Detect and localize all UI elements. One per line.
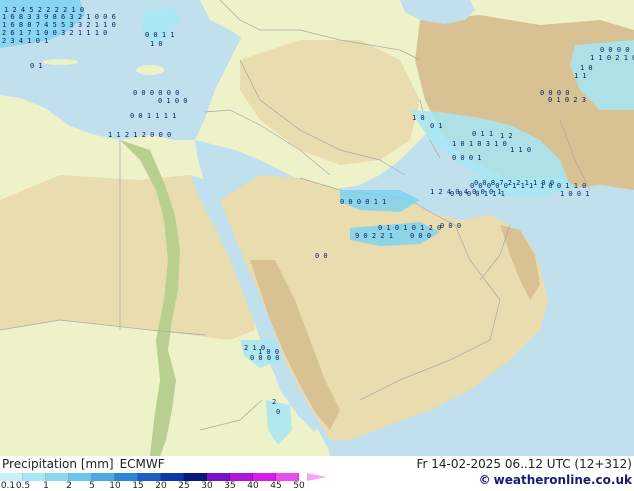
precip-value-label: 1 0: [150, 40, 163, 48]
precip-value-label: 1 1 0: [510, 146, 531, 154]
precip-value-label: 0 1 0 0: [158, 97, 188, 105]
legend-swatch: [230, 473, 253, 481]
precip-value-label: 0 0 1 1: [145, 31, 175, 39]
precip-value-label: 1 6 8 3 3 9 8 6 3 2 1 0 0 6: [2, 13, 116, 21]
product-label: Precipitation [mm]: [2, 457, 114, 471]
precip-value-label: 0 0 0 0 1 1: [340, 198, 386, 206]
legend-arrow: [307, 473, 327, 481]
precip-value-label: 2: [272, 398, 276, 406]
precip-value-label: 1 0: [580, 64, 593, 72]
precip-value-label: 1 0 0 1 1 0: [540, 182, 586, 190]
precip-value-label: 1 0 0: [258, 348, 279, 356]
legend-swatch: [0, 473, 23, 481]
map-canvas: 1 2 4 5 2 2 2 2 1 01 6 8 3 3 9 8 6 3 2 1…: [0, 0, 634, 456]
precip-value-label: 0 0 1 1 1 1: [130, 112, 176, 120]
precip-value-label: 0 1: [430, 122, 443, 130]
precip-value-label: 2 3 4 1 0 1: [2, 37, 48, 45]
precip-value-label: 0 0 0: [440, 222, 461, 230]
site-credit[interactable]: © weatheronline.co.uk: [479, 473, 632, 487]
crete: [42, 59, 78, 65]
legend-swatch: [115, 473, 138, 481]
model-label: ECMWF: [119, 457, 165, 471]
precip-value-label: 0 0 0 0 2: [600, 46, 634, 54]
precip-value-label: 1 1 2 1 2 0 0 0: [108, 131, 171, 139]
precip-value-label: 1 0: [412, 114, 425, 122]
product-title: Precipitation [mm] ECMWF: [2, 457, 165, 471]
precip-value-label: 0 1 1: [472, 130, 493, 138]
legend-swatch: [184, 473, 207, 481]
legend-swatch: [23, 473, 46, 481]
legend-swatch: [207, 473, 230, 481]
precip-value-label: 1 1 0 2 1 0: [590, 54, 634, 62]
legend-swatch: [69, 473, 92, 481]
credit-label: weatheronline.co.uk: [493, 473, 632, 487]
color-legend: 0.1 0.5 1 2 5 10 15 20 25 30 35 40 45 50: [0, 472, 330, 491]
legend-swatch: [92, 473, 115, 481]
precip-value-label: 0 0 0: [410, 232, 431, 240]
precip-value-label: 0 0 0 0 0 0: [133, 89, 179, 97]
precip-value-label: 0 0 0 1: [452, 154, 482, 162]
cyprus: [136, 65, 164, 75]
precip-value-label: 0 1: [30, 62, 43, 70]
legend-swatch: [276, 473, 299, 481]
precip-value-label: 2 6 1 7 1 0 0 3 2 1 1 1 0: [2, 29, 107, 37]
legend-swatch: [253, 473, 276, 481]
precip-value-label: 1 1: [574, 72, 587, 80]
precip-value-label: 1 2 4 0 4 0 0 0 1: [430, 188, 502, 196]
forecast-map[interactable]: 1 2 4 5 2 2 2 2 1 01 6 8 3 3 9 8 6 3 2 1…: [0, 0, 634, 456]
legend-swatch: [46, 473, 69, 481]
precip-value-label: 0 1 0 1 0 1 2 0: [378, 224, 441, 232]
copyright-symbol: ©: [478, 473, 491, 487]
precip-value-label: 1 0 1 0 3 1 0: [452, 140, 507, 148]
precip-value-label: 1 0 0 1: [560, 190, 590, 198]
precip-value-label: 0 0: [315, 252, 328, 260]
legend-swatch: [138, 473, 161, 481]
valid-time: Fr 14-02-2025 06..12 UTC (12+312): [416, 457, 632, 471]
precip-value-label: 1 6 8 8 7 4 5 5 3 3 2 1 1 0: [2, 21, 116, 29]
precip-value-label: 0: [276, 408, 280, 416]
precip-value-label: 9 0 2 2 1: [355, 232, 393, 240]
footer-bar: Precipitation [mm] ECMWF Fr 14-02-2025 06…: [0, 456, 634, 491]
precip-value-label: 0 1 0 2 3: [548, 96, 586, 104]
precip-value-label: 1 2: [500, 132, 513, 140]
legend-swatch: [161, 473, 184, 481]
